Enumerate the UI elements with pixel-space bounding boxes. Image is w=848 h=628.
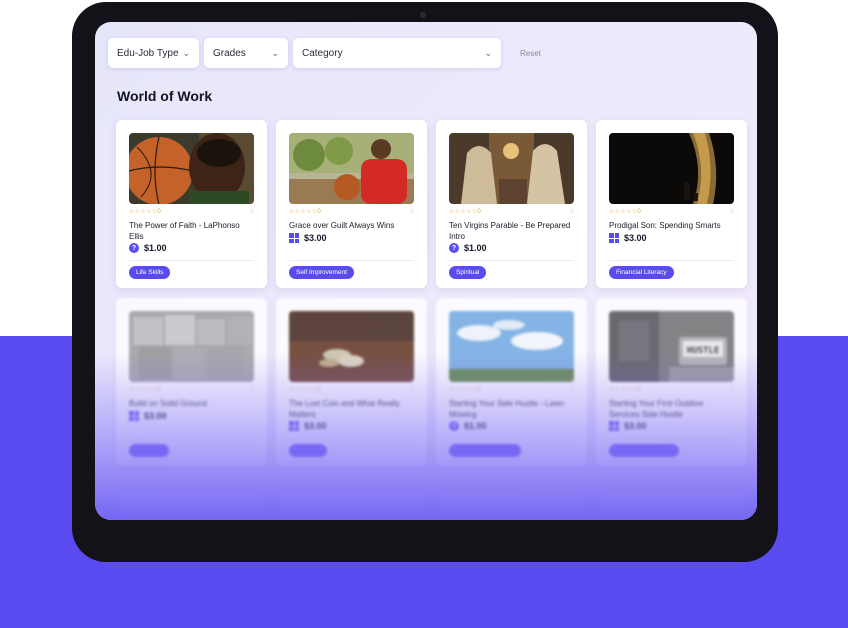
- course-card[interactable]: ☆☆☆☆☆0 ◌ The Power of Faith - LaPhonso E…: [116, 120, 267, 288]
- course-title[interactable]: The Power of Faith - LaPhonso Ellis: [129, 220, 254, 244]
- course-card[interactable]: [596, 492, 747, 520]
- course-price: $3.00: [624, 233, 647, 243]
- tablet-screen: Edu-Job Type ⌄ Grades ⌄ Category ⌄ Reset…: [95, 22, 757, 520]
- category-tag[interactable]: [449, 444, 521, 457]
- course-price: $3.00: [304, 233, 327, 243]
- course-title[interactable]: Starting Your First Outdoor Services Sid…: [609, 398, 734, 422]
- comment-icon[interactable]: ◌: [250, 208, 254, 215]
- comment-icon[interactable]: ◌: [570, 208, 574, 215]
- category-label: Category: [302, 47, 343, 59]
- comment-icon[interactable]: ◌: [570, 386, 574, 393]
- filter-bar: Edu-Job Type ⌄ Grades ⌄ Category ⌄ Reset: [108, 38, 541, 68]
- card-divider: [129, 438, 254, 439]
- star-rating: ☆☆☆☆☆0: [449, 386, 482, 393]
- course-card[interactable]: ☆☆☆☆☆0 ◌ Prodigal Son: Spending Smarts $…: [596, 120, 747, 288]
- course-card[interactable]: [436, 492, 587, 520]
- grades-label: Grades: [213, 47, 246, 59]
- grid-icon: [609, 233, 619, 243]
- course-card[interactable]: ☆☆☆☆☆0 ◌ Grace over Guilt Always Wins $3…: [276, 120, 427, 288]
- star-rating: ☆☆☆☆☆0: [129, 386, 162, 393]
- grid-icon: [289, 421, 299, 431]
- next-row-preview: [116, 492, 747, 520]
- course-card[interactable]: ☆☆☆☆☆0 ◌ Starting Your Side Hustle - Law…: [436, 298, 587, 466]
- course-card[interactable]: ☆☆☆☆☆0 ◌ Build on Solid Ground $3.00: [116, 298, 267, 466]
- course-price: $1.00: [464, 243, 487, 253]
- question-icon: ?: [449, 243, 459, 253]
- grid-icon: [289, 233, 299, 243]
- category-tag[interactable]: [129, 444, 169, 457]
- course-thumbnail: [129, 311, 254, 382]
- card-divider: [289, 260, 414, 261]
- course-card[interactable]: ☆☆☆☆☆0 ◌ The Lost Coin and What Really M…: [276, 298, 427, 466]
- course-title[interactable]: Ten Virgins Parable - Be Prepared Intro: [449, 220, 574, 244]
- course-thumbnail: HUSTLE: [609, 311, 734, 382]
- star-rating: ☆☆☆☆☆0: [609, 208, 642, 215]
- course-thumbnail: [289, 133, 414, 204]
- course-price: $1.00: [144, 243, 167, 253]
- course-thumbnail: [129, 133, 254, 204]
- comment-icon[interactable]: ◌: [730, 208, 734, 215]
- star-rating: ☆☆☆☆☆0: [129, 208, 162, 215]
- category-tag[interactable]: Financial Literacy: [609, 266, 674, 279]
- category-tag[interactable]: Self Improvement: [289, 266, 354, 279]
- camera-dot: [420, 12, 426, 18]
- course-card[interactable]: ☆☆☆☆☆0 ◌ Ten Virgins Parable - Be Prepar…: [436, 120, 587, 288]
- course-thumbnail: [449, 133, 574, 204]
- category-tag[interactable]: [289, 444, 327, 457]
- card-divider: [129, 260, 254, 261]
- question-icon: ?: [129, 243, 139, 253]
- card-divider: [289, 438, 414, 439]
- hustle-sign-text: HUSTLE: [687, 346, 720, 356]
- course-thumbnail: [609, 133, 734, 204]
- comment-icon[interactable]: ◌: [410, 208, 414, 215]
- comment-icon[interactable]: ◌: [730, 386, 734, 393]
- grid-icon: [129, 411, 139, 421]
- category-tag[interactable]: Life Skills: [129, 266, 171, 279]
- grid-icon: [609, 421, 619, 431]
- course-price: $3.00: [144, 411, 167, 421]
- category-tag[interactable]: [609, 444, 679, 457]
- reset-button[interactable]: Reset: [520, 49, 541, 58]
- category-tag[interactable]: Spiritual: [449, 266, 487, 279]
- course-thumbnail: [449, 311, 574, 382]
- star-rating: ☆☆☆☆☆0: [289, 386, 322, 393]
- category-select[interactable]: Category ⌄: [293, 38, 501, 68]
- section-title: World of Work: [117, 88, 213, 104]
- star-rating: ☆☆☆☆☆0: [449, 208, 482, 215]
- comment-icon[interactable]: ◌: [410, 386, 414, 393]
- course-price: $3.00: [624, 421, 647, 431]
- chevron-down-icon: ⌄: [182, 47, 190, 58]
- course-card[interactable]: [116, 492, 267, 520]
- course-price: $3.00: [304, 421, 327, 431]
- star-rating: ☆☆☆☆☆0: [289, 208, 322, 215]
- course-price: $1.00: [464, 421, 487, 431]
- edu-job-type-select[interactable]: Edu-Job Type ⌄: [108, 38, 199, 68]
- chevron-down-icon: ⌄: [271, 47, 279, 58]
- course-grid: ☆☆☆☆☆0 ◌ The Power of Faith - LaPhonso E…: [116, 120, 747, 466]
- card-divider: [609, 438, 734, 439]
- card-divider: [449, 438, 574, 439]
- chevron-down-icon: ⌄: [484, 47, 492, 58]
- grades-select[interactable]: Grades ⌄: [204, 38, 288, 68]
- star-rating: ☆☆☆☆☆0: [609, 386, 642, 393]
- card-divider: [609, 260, 734, 261]
- edu-job-type-label: Edu-Job Type: [117, 47, 179, 59]
- course-card[interactable]: HUSTLE ☆☆☆☆☆0 ◌ Starting Your First Outd…: [596, 298, 747, 466]
- card-divider: [449, 260, 574, 261]
- course-card[interactable]: [276, 492, 427, 520]
- course-title[interactable]: Starting Your Side Hustle - Lawn Mowing: [449, 398, 574, 422]
- course-thumbnail: [289, 311, 414, 382]
- comment-icon[interactable]: ◌: [250, 386, 254, 393]
- course-title[interactable]: The Lost Coin and What Really Matters: [289, 398, 414, 422]
- question-icon: ?: [449, 421, 459, 431]
